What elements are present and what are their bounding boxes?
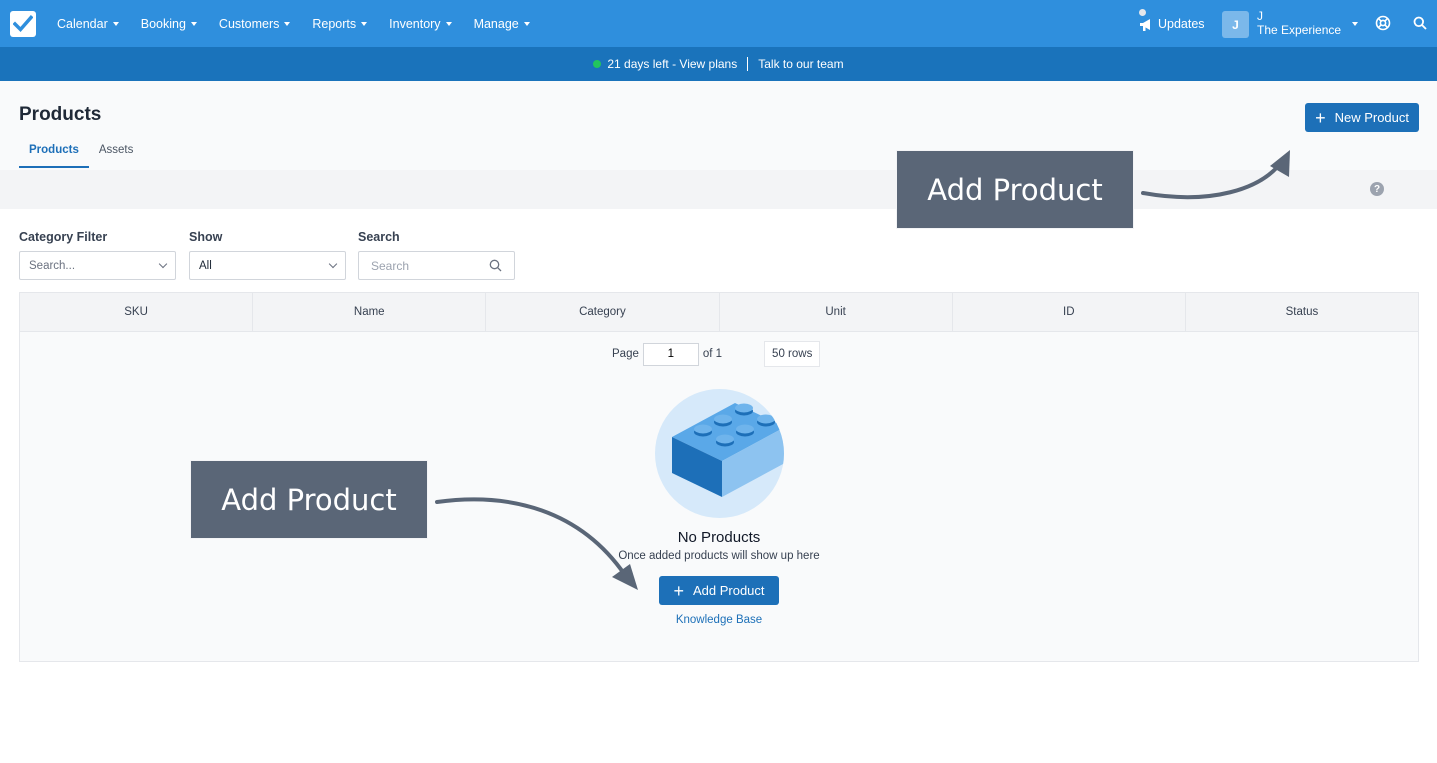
category-filter-label: Category Filter <box>19 230 108 244</box>
updates-label: Updates <box>1158 16 1205 31</box>
pagination: Page of 1 50 rows <box>612 341 821 367</box>
add-product-button[interactable]: + Add Product <box>659 576 779 605</box>
search-filter-group: Search <box>358 230 515 280</box>
nav-item-calendar[interactable]: Calendar <box>57 17 119 31</box>
nav-item-booking[interactable]: Booking <box>141 17 197 31</box>
trial-banner: 21 days left - View plans Talk to our te… <box>0 47 1437 81</box>
caret-down-icon <box>284 21 291 26</box>
help-question-icon[interactable]: ? <box>1370 182 1384 196</box>
show-filter-group: Show All <box>189 230 346 280</box>
column-header-name[interactable]: Name <box>253 293 487 331</box>
nav-item-reports[interactable]: Reports <box>312 16 368 31</box>
tab-products[interactable]: Products <box>19 139 89 168</box>
user-name: J <box>1257 9 1263 23</box>
column-header-sku[interactable]: SKU <box>20 293 254 331</box>
nav-item-label: Manage <box>473 16 519 31</box>
megaphone-icon <box>1140 18 1150 31</box>
help-lifebuoy-icon[interactable] <box>1375 15 1391 31</box>
updates-button[interactable]: Updates <box>1139 0 1205 47</box>
search-input[interactable] <box>371 258 471 273</box>
category-filter-select[interactable]: Search... <box>19 251 176 280</box>
category-filter-group: Category Filter Search... <box>19 230 176 280</box>
lego-brick-icon <box>655 389 784 518</box>
caret-down-icon <box>190 21 197 26</box>
column-header-id[interactable]: ID <box>953 293 1186 331</box>
user-caret-down-icon[interactable] <box>1352 22 1358 26</box>
divider <box>747 57 749 71</box>
page-label: Page <box>612 348 639 360</box>
tab-assets[interactable]: Assets <box>89 139 144 168</box>
knowledge-base-link[interactable]: Knowledge Base <box>20 614 1418 626</box>
talk-to-team-link[interactable]: Talk to our team <box>758 57 843 71</box>
nav-item-label: Reports <box>312 16 357 31</box>
plus-icon: + <box>673 580 684 601</box>
page-total: of 1 <box>702 348 723 360</box>
new-product-button[interactable]: + New Product <box>1305 103 1419 132</box>
add-product-callout-bottom: Add Product <box>190 460 428 539</box>
trial-link[interactable]: 21 days left - View plans <box>607 57 737 71</box>
table-header: SKU Name Category Unit ID Status <box>20 293 1418 332</box>
show-filter-value: All <box>199 259 212 272</box>
caret-down-icon <box>112 21 119 26</box>
category-filter-placeholder: Search... <box>29 259 76 272</box>
avatar[interactable]: J <box>1222 11 1249 38</box>
nav-item-inventory[interactable]: Inventory <box>389 16 452 31</box>
status-dot-icon <box>593 60 602 68</box>
toolbar-strip <box>0 170 1437 209</box>
nav-item-label: Inventory <box>389 16 441 31</box>
chevron-down-icon <box>328 259 338 269</box>
notification-dot-icon <box>1139 9 1146 16</box>
caret-down-icon <box>445 21 452 26</box>
user-menu[interactable]: J The Experience <box>1257 9 1341 37</box>
new-product-label: New Product <box>1334 110 1409 125</box>
caret-down-icon <box>523 21 530 26</box>
show-filter-label: Show <box>189 230 223 244</box>
add-product-label: Add Product <box>692 583 765 598</box>
nav-item-label: Booking <box>140 16 186 31</box>
show-filter-select[interactable]: All <box>189 251 346 280</box>
nav-item-label: Calendar <box>57 16 108 31</box>
chevron-down-icon <box>158 259 168 269</box>
search-icon[interactable] <box>1413 16 1427 30</box>
column-header-category[interactable]: Category <box>486 293 720 331</box>
user-org: The Experience <box>1257 23 1342 37</box>
search-icon <box>489 259 502 272</box>
page-number-input[interactable] <box>642 342 699 366</box>
nav-item-manage[interactable]: Manage <box>474 17 530 31</box>
search-filter-label: Search <box>358 230 400 244</box>
add-product-callout-top: Add Product <box>896 150 1134 229</box>
column-header-status[interactable]: Status <box>1186 293 1418 331</box>
tab-bar: Products Assets <box>19 139 143 168</box>
rows-per-page-select[interactable]: 50 rows <box>764 341 821 367</box>
top-navbar: Calendar Booking Customers Reports Inven… <box>0 0 1437 47</box>
caret-down-icon <box>361 21 368 26</box>
column-header-unit[interactable]: Unit <box>720 293 953 331</box>
main-menu: Calendar Booking Customers Reports Inven… <box>57 0 552 47</box>
search-field[interactable] <box>358 251 515 280</box>
nav-item-label: Customers <box>218 16 280 31</box>
nav-item-customers[interactable]: Customers <box>218 16 291 31</box>
app-logo-icon[interactable] <box>10 11 36 37</box>
page-title: Products <box>19 104 102 125</box>
plus-icon: + <box>1315 107 1326 128</box>
page-header: Products Products Assets + New Product <box>0 81 1437 170</box>
empty-state-subtitle: Once added products will show up here <box>618 550 820 562</box>
